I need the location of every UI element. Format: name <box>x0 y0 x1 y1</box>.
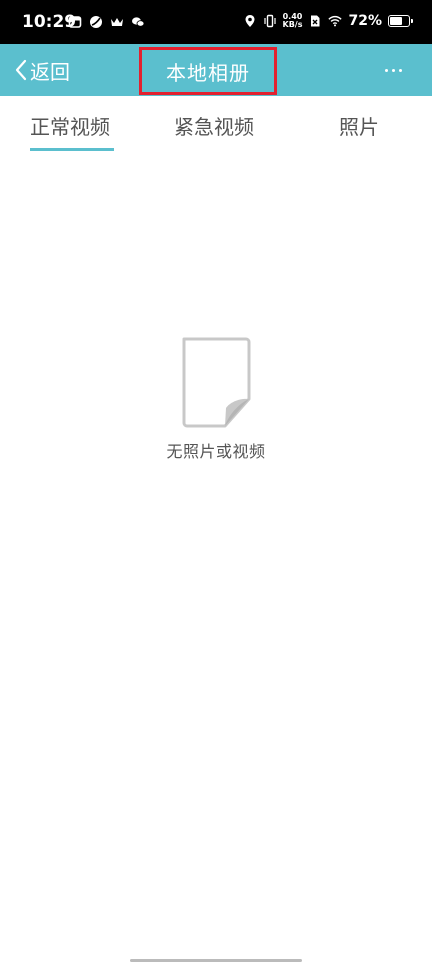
chevron-left-icon <box>15 59 27 81</box>
wifi-icon <box>328 15 343 27</box>
location-icon <box>245 15 254 27</box>
status-bar: 10:29 0.40 KB/s 72% <box>0 0 432 44</box>
battery-level <box>390 17 403 25</box>
tab-normal-video[interactable]: 正常视频 <box>30 111 110 140</box>
battery-icon <box>388 15 413 27</box>
active-tab-indicator <box>30 148 114 151</box>
app-header: 返回 本地相册 <box>0 44 432 96</box>
vibrate-icon <box>263 14 276 28</box>
tab-bar: 正常视频 紧急视频 照片 <box>0 96 432 154</box>
tab-photos[interactable]: 照片 <box>339 111 379 140</box>
more-options-button[interactable] <box>385 44 402 96</box>
tab-emergency-video[interactable]: 紧急视频 <box>174 111 254 140</box>
wechat-icon <box>132 17 145 27</box>
battery-percent: 72% <box>348 13 382 29</box>
back-label: 返回 <box>30 59 70 84</box>
empty-message: 无照片或视频 <box>166 442 266 461</box>
status-right: 0.40 KB/s 72% <box>243 13 413 29</box>
notification-icons <box>68 15 145 29</box>
page-title: 本地相册 <box>139 47 277 95</box>
network-speed: 0.40 KB/s <box>283 13 303 29</box>
more-dot-icon <box>392 68 395 72</box>
network-speed-unit: KB/s <box>282 20 303 29</box>
empty-document-icon <box>182 337 251 428</box>
more-dot-icon <box>385 68 388 72</box>
home-indicator[interactable] <box>130 959 302 962</box>
leaf-icon <box>90 16 102 28</box>
empty-state: 无照片或视频 <box>0 336 432 462</box>
more-dot-icon <box>399 68 402 72</box>
crown-icon <box>111 18 123 26</box>
back-button[interactable]: 返回 <box>14 44 70 96</box>
calendar-icon <box>68 16 82 28</box>
no-sim-icon <box>311 15 320 27</box>
